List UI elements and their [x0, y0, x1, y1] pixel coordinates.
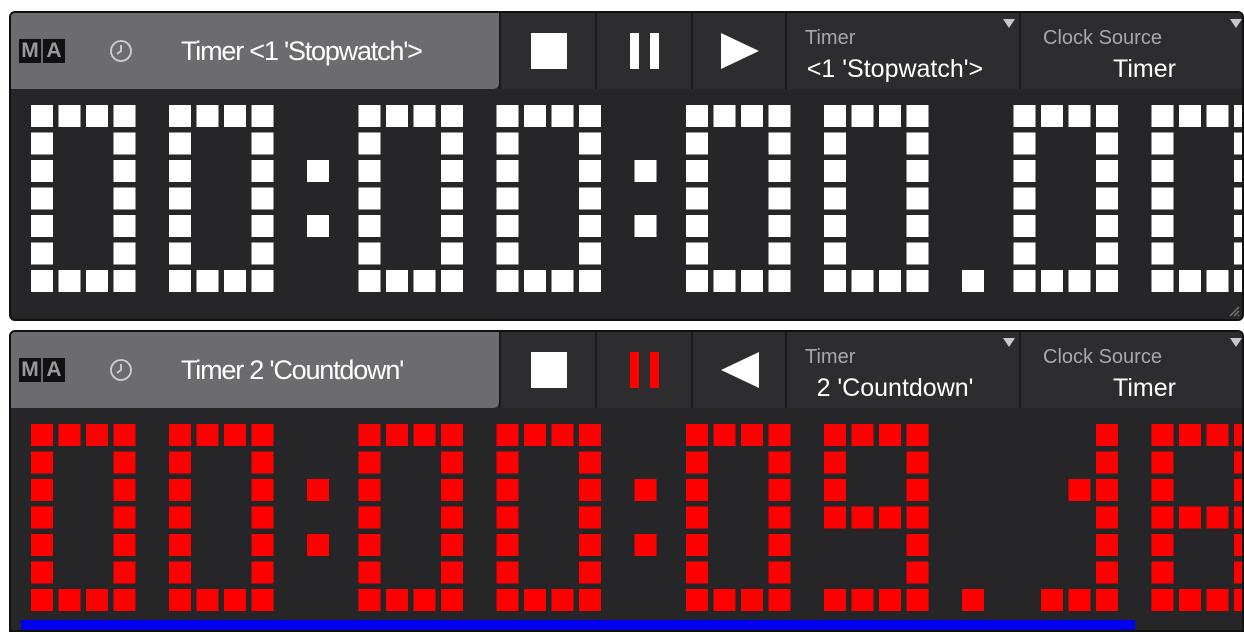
dropdown-arrow-icon: [1003, 19, 1015, 28]
ma-logo-a: A: [43, 358, 65, 382]
ma-logo: M A: [19, 358, 65, 382]
dropdown-arrow-icon: [1003, 338, 1015, 347]
ma-logo-m: M: [19, 358, 41, 382]
clock-source-field[interactable]: Clock Source Timer: [1019, 13, 1242, 89]
clock-source-field[interactable]: Clock Source Timer: [1019, 332, 1242, 408]
digit-1: [1041, 424, 1118, 611]
timer-select-field[interactable]: Timer 2 'Countdown': [785, 332, 1021, 408]
digit-0: [358, 105, 463, 292]
pause-icon: [630, 352, 659, 388]
timer-field-label: Timer: [805, 27, 856, 49]
pause-button[interactable]: [595, 332, 691, 408]
title-block[interactable]: M A Timer <1 'Stopwatch'>: [11, 13, 499, 89]
play-backward-button[interactable]: [691, 332, 787, 408]
title-block[interactable]: M A Timer 2 'Countdown': [11, 332, 499, 408]
timer-header: M A Timer 2 'Countdown' Timer 2 'Countdo…: [11, 332, 1242, 408]
digit-0: [31, 424, 136, 611]
clock-source-label: Clock Source: [1043, 346, 1162, 368]
digit-0: [1151, 105, 1242, 292]
timer-window-countdown: M A Timer 2 'Countdown' Timer 2 'Countdo…: [9, 330, 1244, 632]
time-digits: [31, 105, 1242, 292]
colon-separator: [634, 479, 657, 556]
digit-9: [824, 424, 929, 611]
colon-separator: [307, 160, 329, 237]
clock-source-value: Timer: [1113, 55, 1176, 83]
digit-8: [1151, 424, 1242, 611]
countdown-progress-bar: [21, 620, 1135, 630]
stop-icon: [531, 33, 567, 69]
timer-window-stopwatch: M A Timer <1 'Stopwatch'> Timer <1 'Stop…: [9, 11, 1244, 321]
ma-logo: M A: [19, 39, 65, 63]
stop-button[interactable]: [499, 13, 595, 89]
time-digits: [31, 424, 1242, 611]
digit-0: [31, 105, 136, 292]
digit-0: [1013, 105, 1118, 292]
digit-0: [496, 424, 601, 611]
digit-0: [824, 105, 929, 292]
pause-icon: [630, 33, 659, 69]
digit-0: [169, 105, 274, 292]
play-backward-icon: [721, 352, 759, 388]
stop-icon: [531, 352, 567, 388]
clock-icon: [110, 359, 132, 381]
timer-field-label: Timer: [805, 346, 856, 368]
dropdown-arrow-icon: [1230, 19, 1242, 28]
clock-icon: [110, 40, 132, 62]
timer-header: M A Timer <1 'Stopwatch'> Timer <1 'Stop…: [11, 13, 1242, 89]
ma-logo-a: A: [43, 39, 65, 63]
resize-grip-icon[interactable]: [1228, 305, 1240, 317]
pause-button[interactable]: [595, 13, 691, 89]
timer-field-value: 2 'Countdown': [816, 374, 974, 402]
ma-logo-m: M: [19, 39, 41, 63]
timer-select-field[interactable]: Timer <1 'Stopwatch'>: [785, 13, 1021, 89]
timer-field-value: <1 'Stopwatch'>: [806, 55, 984, 83]
colon-separator: [307, 479, 329, 556]
decimal-point: [962, 270, 984, 292]
stop-button[interactable]: [499, 332, 595, 408]
play-icon: [721, 33, 759, 69]
digit-0: [686, 424, 791, 611]
clock-source-label: Clock Source: [1043, 27, 1162, 49]
dropdown-arrow-icon: [1230, 338, 1242, 347]
digit-0: [169, 424, 274, 611]
decimal-point: [962, 589, 984, 611]
play-button[interactable]: [691, 13, 787, 89]
timer-title: Timer <1 'Stopwatch'>: [181, 36, 423, 66]
digit-0: [686, 105, 791, 292]
clock-source-value: Timer: [1113, 374, 1176, 402]
digit-0: [496, 105, 601, 292]
digit-0: [358, 424, 463, 611]
colon-separator: [634, 160, 657, 237]
timer-title: Timer 2 'Countdown': [181, 355, 404, 385]
